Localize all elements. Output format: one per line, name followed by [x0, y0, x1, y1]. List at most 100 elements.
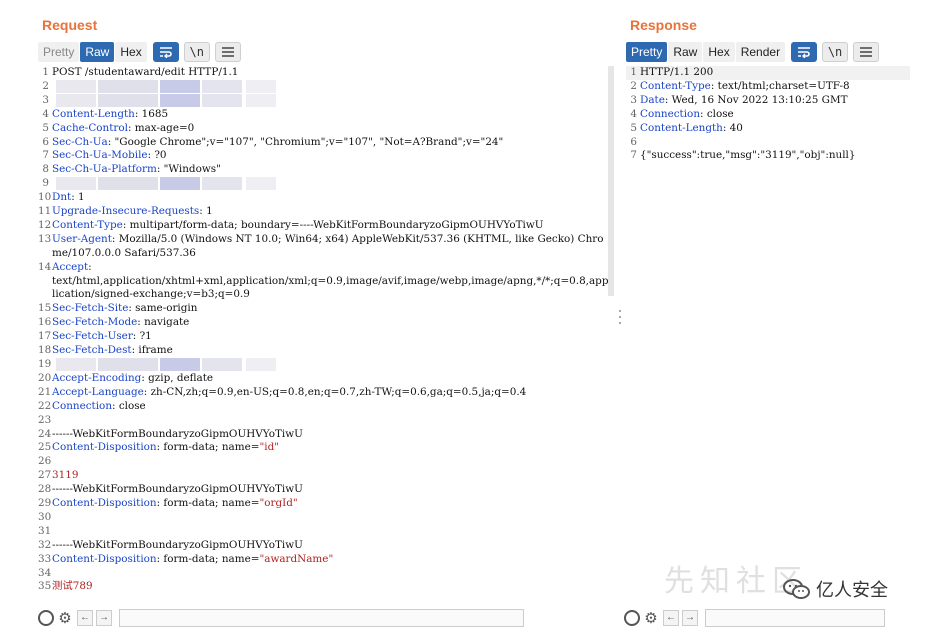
header-name: Content-Type: [52, 218, 123, 231]
request-search-input[interactable]: [119, 608, 524, 627]
request-line: 16 Sec-Fetch-Mode: navigate: [38, 316, 610, 330]
line-number: 4: [42, 107, 49, 120]
response-editor[interactable]: 1 HTTP/1.1 200 2 Content-Type: text/html;ch…: [626, 66, 910, 163]
response-search-input[interactable]: [705, 608, 885, 627]
brand-name: 亿人安全: [816, 580, 888, 601]
request-toolbar: Pretty Raw Hex \n: [38, 41, 241, 63]
line-number: 28: [38, 483, 52, 496]
line-number: 2: [42, 79, 49, 92]
request-line: 3: [38, 93, 610, 108]
request-line: 10 Dnt: 1: [38, 191, 610, 205]
request-line: 5 Cache-Control: max-age=0: [38, 122, 610, 136]
line-content: 3119: [52, 469, 78, 483]
header-name: Accept-Encoding: [52, 371, 142, 384]
text-value: {"success":true,"msg":"3119","obj":null}: [640, 149, 856, 162]
line-content: Content-Type: multipart/form-data; bound…: [52, 219, 544, 233]
request-scrollbar[interactable]: [608, 66, 614, 296]
text-value: : text/html,application/xhtml+xml,applic…: [52, 260, 609, 301]
response-line: 4 Connection: close: [626, 108, 910, 122]
line-content: {"success":true,"msg":"3119","obj":null}: [640, 149, 855, 163]
response-line: 6: [626, 136, 910, 150]
show-newlines-button[interactable]: \n: [183, 42, 210, 62]
text-value: : close: [700, 107, 734, 120]
request-editor[interactable]: 1 POST /studentaward/edit HTTP/1.1 2 3 4 Cont…: [38, 66, 610, 594]
redacted-block: [202, 93, 242, 107]
request-tab-pretty[interactable]: Pretty: [38, 42, 80, 62]
pane-splitter-handle[interactable]: [618, 310, 622, 324]
response-gear-icon[interactable]: ⚙: [643, 610, 659, 627]
text-value: : "Google Chrome";v="107", "Chromium";v=…: [107, 135, 504, 148]
next-match-icon[interactable]: →: [96, 609, 112, 626]
header-name: Content-Disposition: [52, 441, 157, 454]
line-content: ------WebKitFormBoundaryzoGipmOUHVYoTiwU: [52, 428, 303, 442]
header-name: Connection: [52, 399, 113, 412]
request-line: 2: [38, 79, 610, 94]
header-name: Accept-Language: [52, 385, 144, 398]
response-line: 1 HTTP/1.1 200: [626, 66, 910, 80]
newline-label: \n: [189, 45, 204, 59]
request-line: 25 Content-Disposition: form-data; name="…: [38, 441, 610, 455]
request-line: 27 3119: [38, 469, 610, 483]
line-number: 15: [38, 302, 52, 315]
brand-logo: 亿人安全: [782, 576, 888, 602]
line-number: 35: [38, 580, 52, 593]
header-name: Sec-Fetch-Mode: [52, 316, 138, 329]
prev-match-icon[interactable]: ←: [77, 609, 93, 626]
line-number: 19: [38, 357, 52, 370]
header-name: Sec-Fetch-Dest: [52, 344, 132, 357]
header-name: Content-Length: [52, 107, 135, 120]
request-tab-raw[interactable]: Raw: [80, 42, 115, 62]
response-next-match-icon[interactable]: →: [682, 609, 698, 626]
redacted-block: [246, 79, 276, 93]
response-word-wrap-icon[interactable]: [791, 42, 818, 62]
response-tab-raw[interactable]: Raw: [668, 42, 703, 62]
line-number: 20: [38, 371, 52, 384]
line-number: 3: [630, 93, 637, 106]
line-number: 9: [42, 177, 49, 190]
text-value: : ?1: [132, 330, 152, 343]
help-icon[interactable]: [38, 609, 54, 626]
redacted-block: [246, 177, 276, 191]
redacted-block: [56, 357, 96, 371]
header-name: Sec-Fetch-User: [52, 330, 133, 343]
line-number: 8: [42, 163, 49, 176]
request-line: 8 Sec-Ch-Ua-Platform: "Windows": [38, 163, 610, 177]
word-wrap-icon[interactable]: [152, 42, 179, 62]
line-number: 7: [42, 149, 49, 162]
menu-icon[interactable]: [214, 42, 241, 62]
line-content: Content-Disposition: form-data; name="aw…: [52, 553, 333, 567]
header-name: Content-Disposition: [52, 497, 157, 510]
response-menu-icon[interactable]: [853, 42, 880, 62]
redacted-block: [202, 177, 242, 191]
line-number: 23: [38, 413, 52, 426]
request-line: 24 ------WebKitFormBoundaryzoGipmOUHVYoTi…: [38, 428, 610, 442]
header-name: Cache-Control: [52, 121, 128, 134]
request-line: 30: [38, 511, 610, 525]
redacted-block: [246, 93, 276, 107]
response-toolbar: Pretty Raw Hex Render \n: [626, 41, 880, 63]
request-line: 9: [38, 177, 610, 191]
response-help-icon[interactable]: [624, 609, 640, 626]
header-name: Sec-Ch-Ua-Mobile: [52, 149, 148, 162]
response-tab-hex[interactable]: Hex: [703, 42, 735, 62]
text-value: HTTP/1.1 200: [640, 66, 714, 78]
request-line: 29 Content-Disposition: form-data; name="…: [38, 497, 610, 511]
text-value: : gzip, deflate: [141, 371, 214, 384]
response-show-newlines-button[interactable]: \n: [822, 42, 849, 62]
request-line: 34: [38, 567, 610, 581]
line-number: 12: [38, 218, 52, 231]
request-line: 22 Connection: close: [38, 400, 610, 414]
redacted-block: [56, 79, 96, 93]
line-content: Content-Disposition: form-data; name="id…: [52, 441, 279, 455]
response-tab-render[interactable]: Render: [735, 42, 786, 62]
line-number: 31: [38, 524, 52, 537]
line-content: Connection: close: [52, 400, 146, 414]
response-tab-pretty[interactable]: Pretty: [626, 42, 668, 62]
request-tab-hex[interactable]: Hex: [115, 42, 147, 62]
string-value: 测试789: [52, 580, 93, 593]
redacted-block: [202, 79, 242, 93]
response-prev-match-icon[interactable]: ←: [663, 609, 679, 626]
gear-icon[interactable]: ⚙: [57, 610, 73, 627]
request-pane: Request Pretty Raw Hex \n 1 POST /student…: [36, 0, 618, 629]
line-content: Sec-Fetch-Mode: navigate: [52, 316, 189, 330]
